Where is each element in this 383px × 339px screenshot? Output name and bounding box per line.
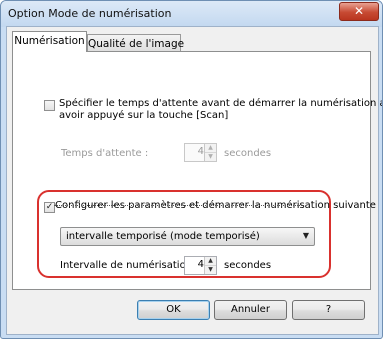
close-button[interactable]: ✕ [339, 2, 379, 21]
wait-time-unit: secondes [224, 148, 272, 159]
interval-up-icon[interactable]: ▲ [205, 257, 216, 266]
tab-numerisation[interactable]: Numérisation [12, 31, 87, 52]
cancel-button[interactable]: Annuler [214, 300, 287, 320]
next-scan-checkbox[interactable]: ✓ [44, 202, 55, 213]
wait-time-checkbox-label-line1: Spécifier le temps d'attente avant de dé… [59, 98, 383, 109]
wait-time-down-icon[interactable]: ▼ [205, 153, 216, 161]
title-bar[interactable]: Option Mode de numérisation ✕ [1, 1, 382, 27]
interval-down-icon[interactable]: ▼ [205, 266, 216, 274]
dialog-window: Option Mode de numérisation ✕ Numérisati… [0, 0, 383, 339]
interval-label: Intervalle de numérisation : [60, 260, 199, 271]
help-button[interactable]: ? [292, 300, 365, 320]
window-title: Option Mode de numérisation [8, 7, 172, 20]
wait-time-checkbox[interactable] [44, 100, 55, 111]
ok-button[interactable]: OK [137, 300, 210, 320]
tab-panel: Spécifier le temps d'attente avant de dé… [12, 51, 382, 290]
chevron-down-icon: ▼ [302, 231, 309, 240]
wait-time-checkbox-label-line2: avoir appuyé sur la touche [Scan] [59, 110, 229, 121]
wait-time-label: Temps d'attente : [61, 148, 149, 159]
wait-time-up-icon[interactable]: ▲ [205, 144, 216, 153]
wait-time-value: 4 [197, 146, 204, 157]
close-icon: ✕ [353, 4, 365, 18]
wait-time-spinner[interactable]: 4 ▲ ▼ [184, 143, 217, 162]
mode-select-value: intervalle temporisé (mode temporisé) [66, 231, 260, 242]
interval-spinner[interactable]: 4 ▲ ▼ [184, 256, 217, 275]
interval-value[interactable]: 4 [187, 259, 204, 270]
focus-outline [54, 205, 302, 206]
dialog-body: Numérisation Qualité de l'image Spécifie… [6, 26, 382, 335]
mode-select[interactable]: intervalle temporisé (mode temporisé) ▼ [60, 227, 315, 246]
interval-unit: secondes [224, 260, 272, 271]
